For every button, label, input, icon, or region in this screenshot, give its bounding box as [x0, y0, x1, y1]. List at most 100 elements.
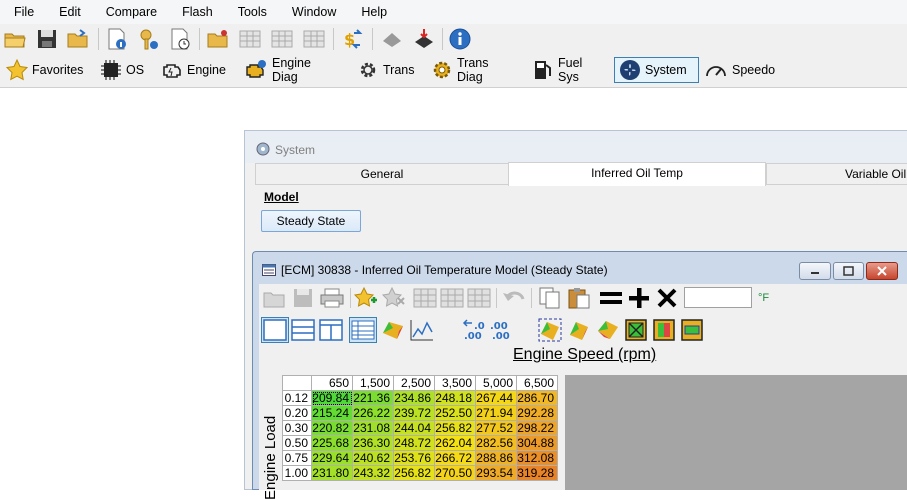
table-compare-icon[interactable]: [440, 287, 464, 309]
minimize-button[interactable]: [799, 262, 831, 280]
table-icon[interactable]: [413, 287, 437, 309]
table-cell[interactable]: 229.64: [311, 450, 353, 466]
write-vehicle-icon[interactable]: [412, 27, 436, 51]
table-cell[interactable]: 282.56: [475, 435, 517, 451]
table-cell[interactable]: 312.08: [516, 450, 558, 466]
row-header[interactable]: 0.12: [282, 390, 312, 406]
table-cell[interactable]: 277.52: [475, 420, 517, 436]
multiply-icon[interactable]: [656, 287, 678, 309]
split-vertical-icon[interactable]: [318, 318, 344, 342]
module-trans-diag-button[interactable]: Trans Diag: [427, 56, 517, 84]
column-header[interactable]: 650: [311, 375, 353, 391]
system-window-titlebar[interactable]: System: [245, 131, 907, 163]
restore-button[interactable]: [833, 262, 864, 280]
table-cell[interactable]: 256.82: [393, 465, 435, 481]
module-speedo-button[interactable]: Speedo: [700, 57, 775, 83]
split-horizontal-icon[interactable]: [290, 318, 316, 342]
save-icon[interactable]: [291, 287, 315, 309]
module-fuel-sys-button[interactable]: Fuel Sys: [528, 56, 608, 84]
open-folder-icon[interactable]: [3, 27, 27, 51]
info-icon[interactable]: [448, 27, 472, 51]
table-cell[interactable]: 221.36: [352, 390, 394, 406]
select-row-3d-icon[interactable]: [566, 317, 592, 343]
add-icon[interactable]: [627, 286, 651, 310]
table-diff-icon[interactable]: [467, 287, 491, 309]
increase-decimals-icon[interactable]: .00.00: [488, 319, 514, 341]
row-header[interactable]: 1.00: [282, 465, 312, 481]
table-cell[interactable]: 239.72: [393, 405, 435, 421]
copy-icon[interactable]: [537, 286, 563, 310]
menu-compare[interactable]: Compare: [92, 0, 168, 24]
column-header[interactable]: 2,500: [393, 375, 435, 391]
row-header[interactable]: 0.30: [282, 420, 312, 436]
select-band-icon[interactable]: [679, 317, 705, 343]
menu-edit[interactable]: Edit: [45, 0, 92, 24]
license-key-icon[interactable]: [137, 27, 161, 51]
table-cell[interactable]: 267.44: [475, 390, 517, 406]
file-info-icon[interactable]: [105, 27, 129, 51]
open-compare-icon[interactable]: [206, 27, 230, 51]
table-cell[interactable]: 292.28: [516, 405, 558, 421]
table-cell[interactable]: 266.72: [434, 450, 476, 466]
tab-general[interactable]: General: [255, 163, 509, 185]
table-cell[interactable]: 304.88: [516, 435, 558, 451]
steady-state-button[interactable]: Steady State: [261, 210, 361, 232]
menu-flash[interactable]: Flash: [168, 0, 224, 24]
table-cell[interactable]: 256.82: [434, 420, 476, 436]
table-cell[interactable]: 243.32: [352, 465, 394, 481]
undo-icon[interactable]: [501, 287, 527, 309]
menu-window[interactable]: Window: [278, 0, 347, 24]
module-engine-button[interactable]: Engine: [157, 57, 230, 83]
table-compare-icon[interactable]: [270, 27, 294, 51]
open-icon[interactable]: [262, 287, 286, 309]
file-history-icon[interactable]: [168, 27, 192, 51]
module-favorites-button[interactable]: Favorites: [2, 57, 84, 83]
table-cell[interactable]: 225.68: [311, 435, 353, 451]
row-header[interactable]: 0.50: [282, 435, 312, 451]
paste-icon[interactable]: [566, 286, 592, 310]
module-engine-diag-button[interactable]: Engine Diag: [240, 56, 342, 84]
table-cell[interactable]: 286.70: [516, 390, 558, 406]
table-cell[interactable]: 248.18: [434, 390, 476, 406]
table-cell[interactable]: 220.82: [311, 420, 353, 436]
save-icon[interactable]: [35, 27, 59, 51]
table-cell[interactable]: 271.94: [475, 405, 517, 421]
table-cell[interactable]: 244.04: [393, 420, 435, 436]
table-cell[interactable]: 231.08: [352, 420, 394, 436]
table-cell[interactable]: 209.84: [311, 390, 353, 406]
remove-favorite-icon[interactable]: [381, 286, 407, 310]
row-header[interactable]: 0.75: [282, 450, 312, 466]
read-vehicle-icon[interactable]: [380, 27, 404, 51]
table-cell[interactable]: 236.30: [352, 435, 394, 451]
print-icon[interactable]: [319, 287, 345, 309]
menu-tools[interactable]: Tools: [224, 0, 278, 24]
table-cell[interactable]: 231.80: [311, 465, 353, 481]
open-recent-icon[interactable]: [66, 27, 90, 51]
table-cell[interactable]: 270.50: [434, 465, 476, 481]
module-os-button[interactable]: OS: [96, 57, 146, 83]
select-cross-icon[interactable]: [623, 317, 649, 343]
row-header[interactable]: 0.20: [282, 405, 312, 421]
table-cell[interactable]: 252.50: [434, 405, 476, 421]
table-cell[interactable]: 262.04: [434, 435, 476, 451]
table-cell[interactable]: 215.24: [311, 405, 353, 421]
table-diff-icon[interactable]: [302, 27, 326, 51]
column-header[interactable]: 3,500: [434, 375, 476, 391]
column-header[interactable]: 1,500: [352, 375, 394, 391]
equals-icon[interactable]: [598, 288, 624, 308]
menu-file[interactable]: File: [0, 0, 45, 24]
table-icon[interactable]: [238, 27, 262, 51]
table-cell[interactable]: 234.86: [393, 390, 435, 406]
currency-convert-icon[interactable]: $: [340, 27, 364, 51]
menu-help[interactable]: Help: [347, 0, 398, 24]
table-cell[interactable]: 240.62: [352, 450, 394, 466]
select-all-3d-icon[interactable]: [537, 317, 563, 343]
table-cell[interactable]: 248.72: [393, 435, 435, 451]
decrease-decimals-icon[interactable]: .0.00: [460, 319, 486, 341]
value-input[interactable]: [684, 287, 752, 308]
3d-view-icon[interactable]: [380, 318, 406, 342]
table-cell[interactable]: 288.86: [475, 450, 517, 466]
select-inner-icon[interactable]: [651, 317, 677, 343]
table-cell[interactable]: 253.76: [393, 450, 435, 466]
select-col-3d-icon[interactable]: [595, 317, 621, 343]
